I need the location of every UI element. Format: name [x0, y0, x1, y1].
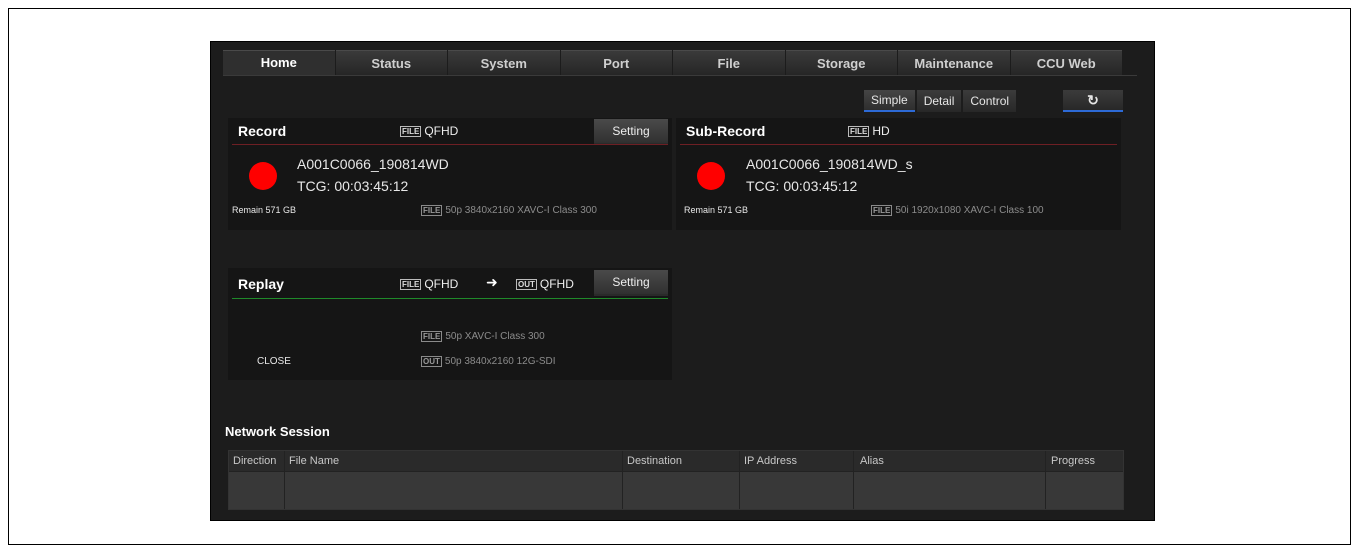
- view-mode-buttons: Simple Detail Control: [864, 90, 1018, 112]
- replay-header: Replay FILE QFHD ➜ OUT QFHD Setting: [228, 268, 672, 296]
- replay-title: Replay: [238, 276, 284, 292]
- file-icon: FILE: [421, 331, 443, 342]
- replay-panel: Replay FILE QFHD ➜ OUT QFHD Setting FILE 50…: [228, 268, 672, 380]
- replay-status: CLOSE: [257, 356, 291, 367]
- record-clip-name: A001C0066_190814WD: [297, 156, 449, 172]
- network-session-table: Direction File Name Destination IP Addre…: [228, 450, 1124, 510]
- column-direction: Direction: [233, 455, 277, 467]
- sub-record-status-dot: [697, 162, 725, 190]
- column-alias: Alias: [860, 455, 884, 467]
- file-icon: FILE: [848, 126, 870, 138]
- tab-maintenance[interactable]: Maintenance: [898, 50, 1010, 75]
- column-file-name: File Name: [289, 455, 340, 467]
- record-format: FILE QFHD: [400, 124, 459, 138]
- tab-ccu-web[interactable]: CCU Web: [1010, 50, 1122, 75]
- tab-port[interactable]: Port: [560, 50, 672, 75]
- main-tabs: Home Status System Port File Storage Mai…: [223, 50, 1123, 76]
- sub-record-title: Sub-Record: [686, 123, 766, 139]
- record-header: Record FILE QFHD Setting: [228, 118, 672, 145]
- table-header: Direction File Name Destination IP Addre…: [229, 451, 1123, 472]
- file-icon: FILE: [421, 205, 443, 216]
- detail-button[interactable]: Detail: [916, 90, 962, 112]
- record-panel: Record FILE QFHD Setting A001C0066_190814…: [228, 118, 672, 230]
- sub-record-header: Sub-Record FILE HD: [676, 118, 1121, 143]
- refresh-button[interactable]: ↻: [1063, 90, 1123, 112]
- column-separator: [1045, 451, 1046, 509]
- record-info: FILE 50p 3840x2160 XAVC-I Class 300: [421, 205, 597, 217]
- tab-storage[interactable]: Storage: [785, 50, 897, 75]
- replay-input-format: FILE QFHD: [400, 277, 459, 291]
- record-status-dot: [249, 162, 277, 190]
- web-app-panel: Home Status System Port File Storage Mai…: [210, 41, 1155, 521]
- tab-status[interactable]: Status: [335, 50, 447, 75]
- arrow-right-icon: ➜: [486, 274, 498, 290]
- record-title: Record: [238, 123, 287, 139]
- column-destination: Destination: [627, 455, 683, 467]
- control-button[interactable]: Control: [963, 90, 1017, 112]
- column-progress: Progress: [1051, 455, 1096, 467]
- tab-system[interactable]: System: [448, 50, 560, 75]
- record-remain: Remain 571 GB: [232, 205, 297, 215]
- out-icon: OUT: [421, 356, 442, 367]
- tab-home[interactable]: Home: [223, 50, 335, 75]
- column-ip-address: IP Address: [744, 455, 797, 467]
- refresh-icon: ↻: [1087, 91, 1099, 108]
- sub-record-format: FILE HD: [848, 124, 890, 138]
- column-separator: [622, 451, 623, 509]
- tab-file[interactable]: File: [673, 50, 785, 75]
- record-timecode: TCG: 00:03:45:12: [297, 178, 409, 194]
- out-icon: OUT: [516, 279, 537, 291]
- file-icon: FILE: [400, 126, 422, 138]
- record-setting-button[interactable]: Setting: [594, 119, 668, 145]
- column-separator: [284, 451, 285, 509]
- replay-divider: [232, 298, 668, 299]
- sub-record-divider: [680, 144, 1117, 145]
- replay-output-format: OUT QFHD: [516, 277, 574, 291]
- record-divider: [232, 144, 668, 145]
- tab-underline: [223, 75, 1137, 76]
- replay-setting-button[interactable]: Setting: [594, 270, 668, 296]
- file-icon: FILE: [871, 205, 893, 216]
- replay-file-info: FILE 50p XAVC-I Class 300: [421, 331, 545, 343]
- sub-record-panel: Sub-Record FILE HD A001C0066_190814WD_s T…: [676, 118, 1121, 230]
- sub-record-remain: Remain 571 GB: [684, 205, 749, 215]
- table-body: [229, 472, 1123, 509]
- sub-record-timecode: TCG: 00:03:45:12: [746, 178, 858, 194]
- column-separator: [739, 451, 740, 509]
- replay-output-info: OUT 50p 3840x2160 12G-SDI: [421, 356, 556, 368]
- simple-button[interactable]: Simple: [864, 90, 915, 112]
- file-icon: FILE: [400, 279, 422, 291]
- sub-record-clip-name: A001C0066_190814WD_s: [746, 156, 913, 172]
- column-separator: [853, 451, 854, 509]
- network-session-title: Network Session: [225, 424, 330, 439]
- sub-record-info: FILE 50i 1920x1080 XAVC-I Class 100: [871, 205, 1044, 217]
